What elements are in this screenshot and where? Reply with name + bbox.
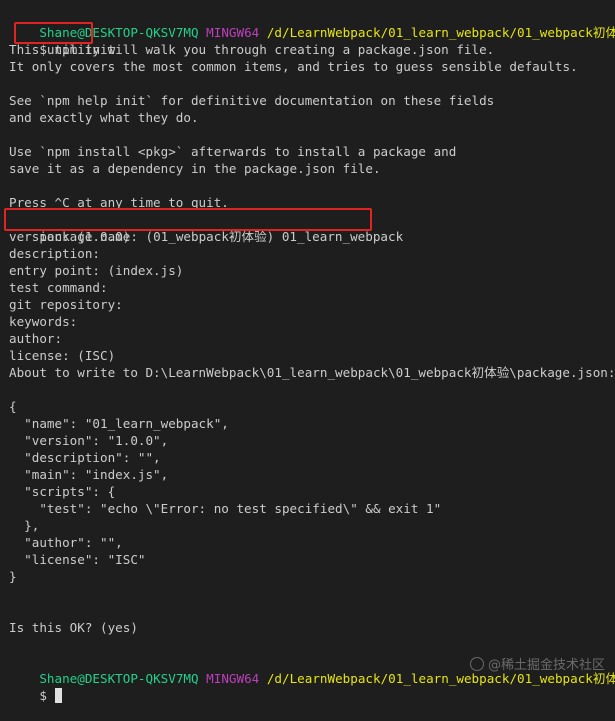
prompt-answer-line: author: xyxy=(9,331,63,346)
intro-block: This utility will walk you through creat… xyxy=(9,41,609,211)
package-name-line: package name: (01_webpack初体验) 01_learn_w… xyxy=(4,208,609,244)
intro-line: Use `npm install <pkg>` afterwards to in… xyxy=(9,144,457,159)
prompt-answer-line: description: xyxy=(9,246,100,261)
confirm-line: Is this OK? (yes) xyxy=(9,620,138,635)
intro-line: save it as a dependency in the package.j… xyxy=(9,161,381,176)
command-line: $ npm init xyxy=(9,22,609,57)
watermark: @稀土掘金技术社区 xyxy=(469,654,605,673)
intro-line xyxy=(9,75,609,92)
watermark-logo-icon xyxy=(469,657,484,671)
prompt-answer-line: git repository: xyxy=(9,297,123,312)
json-line: "scripts": { xyxy=(9,484,116,499)
intro-line: and exactly what they do. xyxy=(9,110,199,125)
prompt-answer-line: keywords: xyxy=(9,314,78,329)
intro-line xyxy=(9,177,609,194)
watermark-text: @稀土掘金技术社区 xyxy=(487,658,605,673)
prompt-answers-block: version: (1.0.0) description: entry poin… xyxy=(9,228,615,381)
json-line: { xyxy=(9,399,17,414)
prompt-answer-line: test command: xyxy=(9,280,108,295)
about-to-write-line: About to write to D:\LearnWebpack\01_lea… xyxy=(9,365,615,380)
json-line: "description": "", xyxy=(9,450,161,465)
prompt-symbol: $ xyxy=(39,688,47,703)
package-json-preview: { "name": "01_learn_webpack", "version":… xyxy=(9,398,609,585)
json-line: "author": "", xyxy=(9,535,123,550)
prompt-answer-line: entry point: (index.js) xyxy=(9,263,184,278)
prompt-line: Shane@DESKTOP-QKSV7MQ MINGW64 /d/LearnWe… xyxy=(9,7,615,40)
intro-line: It only covers the most common items, an… xyxy=(9,59,578,74)
json-line: } xyxy=(9,569,17,584)
prompt-answer-line: version: (1.0.0) xyxy=(9,229,131,244)
terminal-cursor[interactable] xyxy=(54,688,62,703)
json-line: "license": "ISC" xyxy=(9,552,146,567)
json-line: }, xyxy=(9,518,40,533)
json-line: "test": "echo \"Error: no test specified… xyxy=(9,501,442,516)
intro-line: This utility will walk you through creat… xyxy=(9,42,495,57)
intro-line: Press ^C at any time to quit. xyxy=(9,195,229,210)
json-line: "main": "index.js", xyxy=(9,467,169,482)
json-line: "version": "1.0.0", xyxy=(9,433,169,448)
json-line: "name": "01_learn_webpack", xyxy=(9,416,229,431)
prompt-answer-line: license: (ISC) xyxy=(9,348,116,363)
intro-line: See `npm help init` for definitive docum… xyxy=(9,93,495,108)
terminal-output: Shane@DESKTOP-QKSV7MQ MINGW64 /d/LearnWe… xyxy=(4,7,615,703)
intro-line xyxy=(9,126,609,143)
